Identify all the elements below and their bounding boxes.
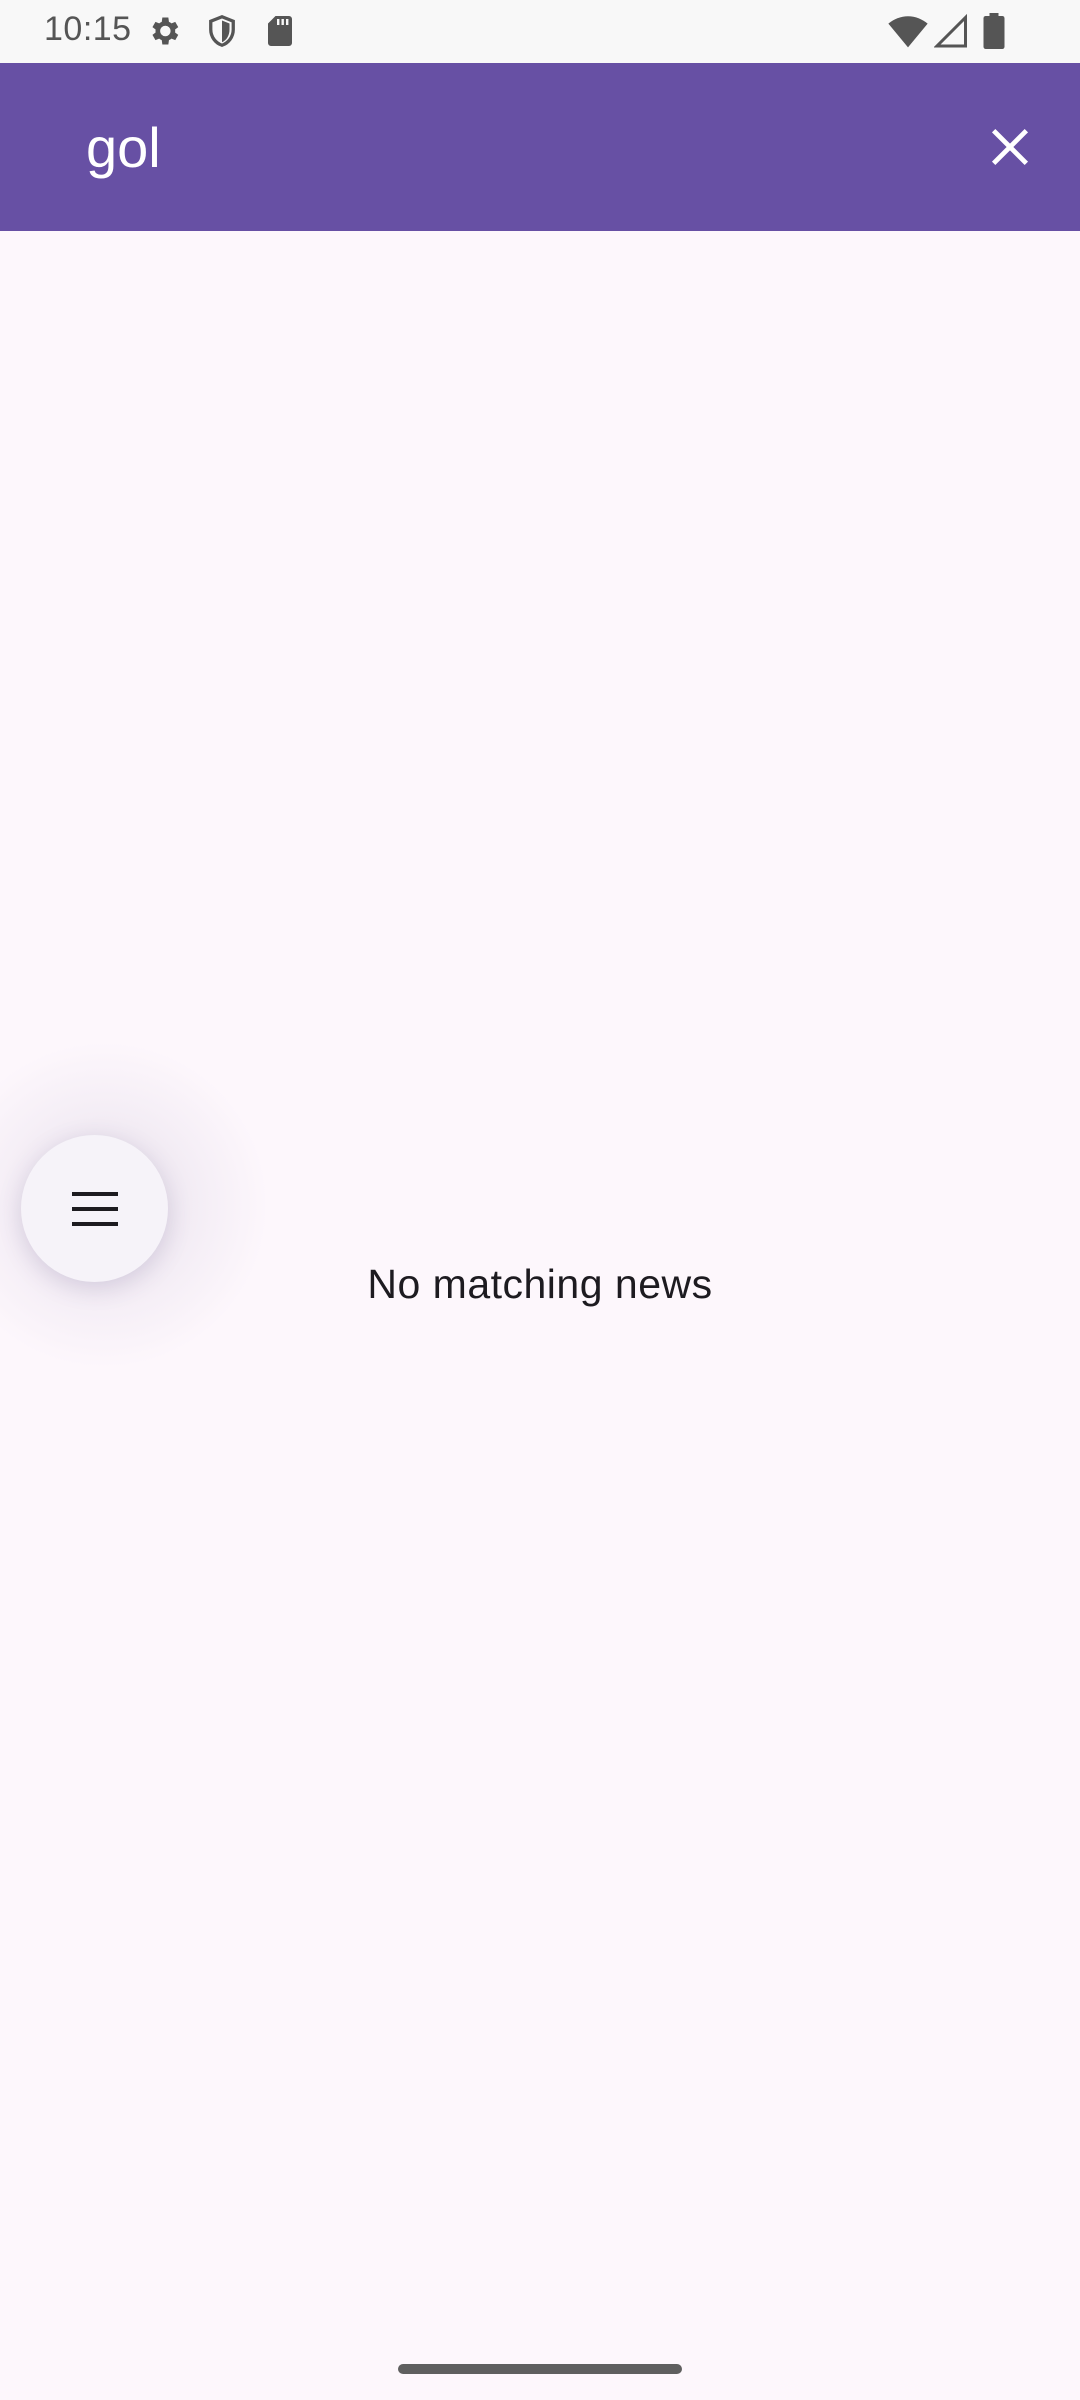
search-app-bar — [0, 63, 1080, 231]
clear-search-button[interactable] — [970, 107, 1050, 187]
status-bar: 10:15 — [0, 0, 1080, 63]
wifi-icon — [888, 13, 928, 49]
menu-fab-button[interactable] — [21, 1135, 168, 1282]
shield-icon — [204, 13, 240, 49]
menu-icon — [71, 1191, 118, 1226]
cell-signal-icon — [933, 13, 970, 49]
screen: 10:15 gol No matching news — [0, 0, 1080, 2400]
gesture-navigation-bar[interactable] — [398, 2364, 682, 2374]
battery-icon — [980, 13, 1008, 49]
close-icon — [991, 128, 1029, 166]
sd-card-icon — [262, 13, 298, 49]
search-input[interactable] — [86, 103, 906, 191]
settings-icon — [146, 13, 182, 49]
status-time: 10:15 — [44, 10, 132, 48]
